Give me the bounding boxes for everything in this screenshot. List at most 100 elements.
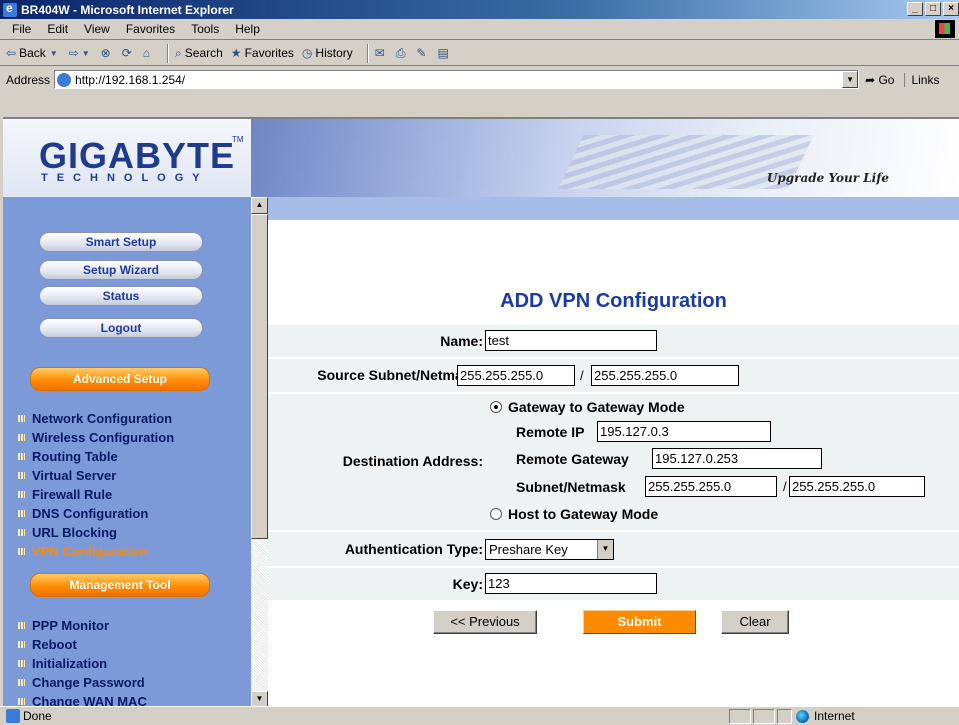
bullet-icon xyxy=(18,679,25,686)
search-button[interactable]: ⌕ Search xyxy=(175,46,223,61)
smart-setup-button[interactable]: Smart Setup xyxy=(39,232,203,252)
sidebar-item-firewall-rule[interactable]: Firewall Rule xyxy=(18,485,174,504)
sidebar: Smart Setup Setup Wizard Status Logout A… xyxy=(3,197,251,706)
menu-file[interactable]: File xyxy=(4,22,39,36)
favorites-button[interactable]: ★ Favorites xyxy=(231,46,294,60)
history-icon: ◷ xyxy=(301,46,313,60)
dest-netmask-input[interactable]: 255.255.255.0 xyxy=(789,476,925,497)
scroll-up-icon[interactable]: ▲ xyxy=(251,197,268,214)
menu-view[interactable]: View xyxy=(76,22,118,36)
scroll-down-icon[interactable]: ▼ xyxy=(251,691,268,706)
gateway-mode-label: Gateway to Gateway Mode xyxy=(508,399,685,415)
gateway-mode-radio[interactable]: Gateway to Gateway Mode xyxy=(490,399,685,415)
scroll-thumb[interactable] xyxy=(251,214,268,539)
chevron-down-icon[interactable]: ▼ xyxy=(597,540,613,559)
sidebar-item-change-wan-mac[interactable]: Change WAN MAC xyxy=(18,692,147,706)
ie-icon xyxy=(3,1,17,17)
sidebar-item-label: Change WAN MAC xyxy=(32,694,147,706)
logout-button[interactable]: Logout xyxy=(39,318,203,338)
back-label: Back xyxy=(19,46,46,60)
toolbar-separator xyxy=(167,43,170,63)
sidebar-item-url-blocking[interactable]: URL Blocking xyxy=(18,523,174,542)
refresh-button[interactable]: ⟳ xyxy=(122,46,135,60)
forward-dropdown-icon[interactable]: ▼ xyxy=(82,49,90,58)
key-row: Key: 123 xyxy=(268,568,959,602)
toolbar-separator xyxy=(366,43,369,63)
status-panel xyxy=(753,709,775,724)
source-netmask-input[interactable]: 255.255.255.0 xyxy=(591,365,739,386)
minimize-button[interactable]: _ xyxy=(907,2,923,16)
address-bar: Address http://192.168.1.254/ ▼ ➦ Go Lin… xyxy=(0,67,959,92)
previous-button[interactable]: << Previous xyxy=(433,610,537,634)
sidebar-scrollbar[interactable]: ▲ ▼ xyxy=(251,197,268,706)
status-bar: Done Internet xyxy=(0,706,959,725)
links-button[interactable]: Links xyxy=(904,72,939,87)
sidebar-item-initialization[interactable]: Initialization xyxy=(18,654,147,673)
home-button[interactable]: ⌂ xyxy=(143,46,153,60)
status-text: Done xyxy=(23,709,52,723)
sidebar-item-routing-table[interactable]: Routing Table xyxy=(18,447,174,466)
history-label: History xyxy=(315,46,353,60)
edit-button[interactable]: ✎ xyxy=(416,46,429,60)
refresh-icon: ⟳ xyxy=(121,46,132,60)
auth-type-value: Preshare Key xyxy=(489,542,568,557)
internet-globe-icon xyxy=(796,709,809,723)
bullet-icon xyxy=(18,453,25,460)
edit-icon: ✎ xyxy=(416,46,427,60)
page-icon xyxy=(57,72,72,87)
menu-edit[interactable]: Edit xyxy=(39,22,76,36)
stop-button[interactable]: ⊗ xyxy=(101,46,114,60)
close-button[interactable]: × xyxy=(943,2,959,16)
forward-button[interactable]: ⇨ ▼ xyxy=(69,46,93,60)
bullet-icon xyxy=(18,434,25,441)
bullet-icon xyxy=(18,698,25,705)
remote-gateway-input[interactable]: 195.127.0.253 xyxy=(652,448,822,469)
host-mode-radio[interactable]: Host to Gateway Mode xyxy=(490,506,658,522)
sidebar-item-network-configuration[interactable]: Network Configuration xyxy=(18,409,174,428)
search-icon: ⌕ xyxy=(175,45,182,60)
sidebar-item-label: Network Configuration xyxy=(32,411,173,426)
print-button[interactable]: ⎙ xyxy=(396,46,409,61)
name-input[interactable]: test xyxy=(485,330,657,351)
sidebar-item-vpn-configuration[interactable]: VPN Configuration xyxy=(18,542,174,561)
clear-button[interactable]: Clear xyxy=(721,610,789,634)
sidebar-item-ppp-monitor[interactable]: PPP Monitor xyxy=(18,616,147,635)
submit-button[interactable]: Submit xyxy=(583,610,696,634)
main-content: ADD VPN Configuration Name: test Source … xyxy=(268,197,959,706)
key-input[interactable]: 123 xyxy=(485,573,657,594)
dest-subnet-input[interactable]: 255.255.255.0 xyxy=(645,476,777,497)
menu-favorites[interactable]: Favorites xyxy=(118,22,183,36)
sidebar-item-change-password[interactable]: Change Password xyxy=(18,673,147,692)
sidebar-item-reboot[interactable]: Reboot xyxy=(18,635,147,654)
dest-subnet-label: Subnet/Netmask xyxy=(516,479,626,495)
menu-bar: File Edit View Favorites Tools Help xyxy=(0,19,959,40)
go-arrow-icon: ➦ xyxy=(865,72,876,87)
auth-type-select[interactable]: Preshare Key ▼ xyxy=(485,539,614,560)
menu-help[interactable]: Help xyxy=(227,22,268,36)
mail-button[interactable]: ✉ xyxy=(375,46,388,60)
discuss-button[interactable]: ▤ xyxy=(437,46,451,60)
address-input[interactable]: http://192.168.1.254/ ▼ xyxy=(54,70,860,89)
sidebar-item-virtual-server[interactable]: Virtual Server xyxy=(18,466,174,485)
sidebar-item-label: VPN Configuration xyxy=(32,544,148,559)
print-icon: ⎙ xyxy=(395,45,406,60)
slash-separator: / xyxy=(580,368,584,383)
sidebar-item-wireless-configuration[interactable]: Wireless Configuration xyxy=(18,428,174,447)
status-button[interactable]: Status xyxy=(39,286,203,306)
address-dropdown-icon[interactable]: ▼ xyxy=(842,71,859,88)
auth-row: Authentication Type: Preshare Key ▼ xyxy=(268,532,959,568)
maximize-button[interactable]: □ xyxy=(925,2,941,16)
windows-logo-icon xyxy=(935,20,955,38)
address-url: http://192.168.1.254/ xyxy=(75,72,186,87)
go-button[interactable]: ➦ Go xyxy=(865,73,894,87)
back-button[interactable]: ⇦ Back ▼ xyxy=(6,46,61,60)
history-button[interactable]: ◷ History xyxy=(302,46,353,60)
source-subnet-input[interactable]: 255.255.255.0 xyxy=(457,365,575,386)
sidebar-item-dns-configuration[interactable]: DNS Configuration xyxy=(18,504,174,523)
setup-wizard-button[interactable]: Setup Wizard xyxy=(39,260,203,280)
home-icon: ⌂ xyxy=(142,46,151,60)
slogan: Upgrade Your Life xyxy=(766,171,889,185)
back-dropdown-icon[interactable]: ▼ xyxy=(50,49,58,58)
remote-ip-input[interactable]: 195.127.0.3 xyxy=(597,421,771,442)
menu-tools[interactable]: Tools xyxy=(183,22,227,36)
